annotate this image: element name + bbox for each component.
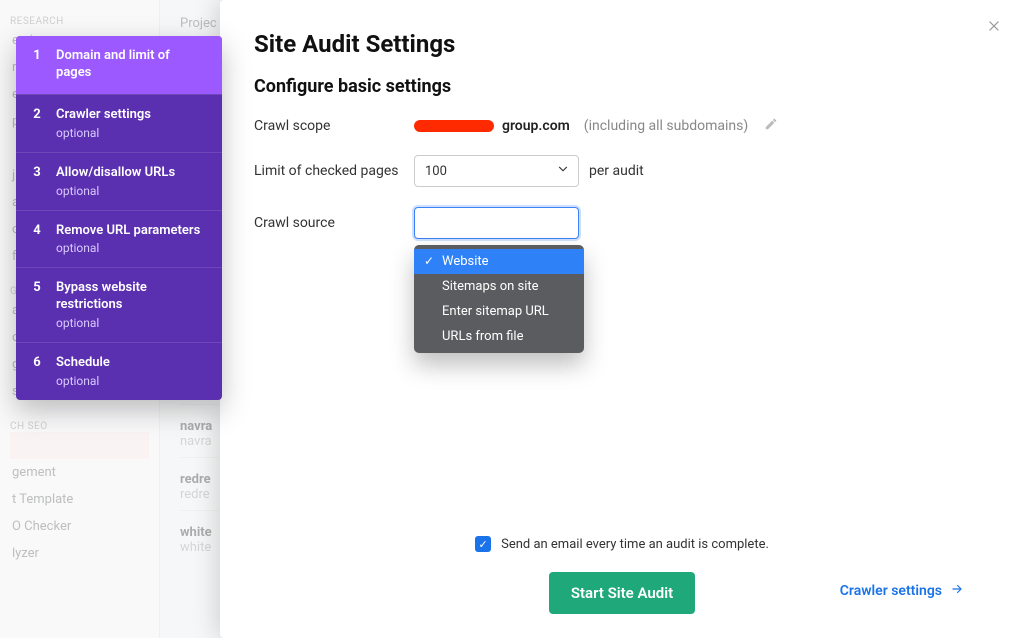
wizard-step-optional: optional [56,126,151,140]
pencil-icon [764,119,778,135]
wizard-step-1[interactable]: 1 Domain and limit of pages [16,36,222,94]
next-step-label: Crawler settings [840,583,942,599]
sidebar-item: O Checker [10,513,149,540]
wizard-step-5[interactable]: 5 Bypass website restrictions optional [16,267,222,342]
wizard-step-number: 2 [30,107,44,140]
email-checkbox[interactable]: ✓ [475,536,491,552]
chevron-down-icon [556,162,570,180]
wizard-step-title: Bypass website restrictions [56,280,208,314]
wizard-step-title: Remove URL parameters [56,223,200,240]
crawl-scope-label: Crawl scope [254,118,414,134]
wizard-step-title: Crawler settings [56,107,151,124]
start-site-audit-button[interactable]: Start Site Audit [549,572,695,614]
sidebar-section-label: RESEARCH [10,16,149,27]
edit-domain-button[interactable] [764,117,778,135]
sidebar-item: lyzer [10,540,149,567]
crawl-source-label: Crawl source [254,215,414,231]
wizard-step-number: 1 [30,48,44,82]
per-audit-text: per audit [589,163,644,179]
wizard-step-number: 4 [30,223,44,256]
domain-suffix: group.com [502,118,570,134]
crawl-source-dropdown: Website Sitemaps on site Enter sitemap U… [414,245,584,353]
modal-subtitle: Configure basic settings [254,76,990,97]
wizard-steps: 1 Domain and limit of pages 2 Crawler se… [16,36,222,400]
dropdown-option-urls-file[interactable]: URLs from file [414,324,584,349]
dropdown-option-sitemaps[interactable]: Sitemaps on site [414,274,584,299]
wizard-step-title: Domain and limit of pages [56,48,208,82]
limit-pages-row: Limit of checked pages 100 per audit [254,155,990,187]
wizard-step-optional: optional [56,374,110,388]
wizard-step-title: Schedule [56,355,110,372]
site-audit-settings-modal: Site Audit Settings Configure basic sett… [220,0,1024,638]
crawl-source-row: Crawl source Website Website Sitemaps on… [254,207,990,239]
sidebar-section-label: CH SEO [10,421,149,432]
wizard-step-optional: optional [56,241,200,255]
limit-pages-value: 100 [425,164,447,179]
wizard-step-2[interactable]: 2 Crawler settings optional [16,94,222,152]
modal-title: Site Audit Settings [254,30,990,58]
wizard-step-number: 3 [30,165,44,198]
crawl-source-select[interactable]: Website [414,207,579,239]
arrow-right-icon [950,582,964,600]
dropdown-option-enter-url[interactable]: Enter sitemap URL [414,299,584,324]
email-checkbox-label: Send an email every time an audit is com… [501,537,769,552]
wizard-step-title: Allow/disallow URLs [56,165,175,182]
wizard-step-optional: optional [56,316,208,330]
modal-footer: ✓ Send an email every time an audit is c… [220,536,1024,614]
dropdown-option-website[interactable]: Website [414,249,584,274]
check-icon: ✓ [478,538,487,551]
wizard-step-6[interactable]: 6 Schedule optional [16,342,222,400]
limit-pages-label: Limit of checked pages [254,163,414,179]
wizard-step-number: 6 [30,355,44,388]
wizard-step-4[interactable]: 4 Remove URL parametersoptional [16,210,222,268]
wizard-step-3[interactable]: 3 Allow/disallow URLs optional [16,152,222,210]
domain-redaction [414,120,494,132]
sidebar-item: gement [10,459,149,486]
limit-pages-select[interactable]: 100 [414,155,579,187]
domain-subdomains-note: (including all subdomains) [584,118,748,134]
next-step-link[interactable]: Crawler settings [840,582,964,600]
wizard-step-number: 5 [30,280,44,330]
email-check-row: ✓ Send an email every time an audit is c… [254,536,990,552]
crawl-scope-row: Crawl scope group.com (including all sub… [254,117,990,135]
sidebar-item: t Template [10,486,149,513]
wizard-step-optional: optional [56,184,175,198]
